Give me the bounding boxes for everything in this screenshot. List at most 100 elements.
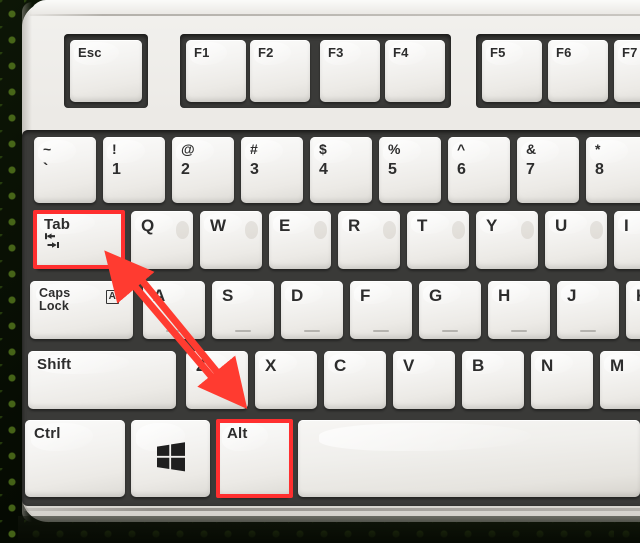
key-label: I <box>624 216 629 235</box>
key-shift-label: ~ <box>43 141 52 157</box>
key-base-label: 8 <box>595 161 605 178</box>
key-tab[interactable]: Tab <box>35 211 123 269</box>
key-label: F3 <box>328 45 344 60</box>
key-j[interactable]: J <box>557 281 619 339</box>
key-label: F7 <box>622 45 638 60</box>
keyboard-seam <box>26 14 640 16</box>
key-7[interactable]: & 7 <box>517 137 579 203</box>
key-label: N <box>541 356 554 375</box>
keyboard-photo: Esc F1 F2 F3 F4 F5 F6 F7 ~ `! 1 @2 #3 $4% 5 ^ 6 & 7 * 8 Tab… <box>0 0 640 543</box>
key-label: Ctrl <box>34 425 61 442</box>
windows-logo-icon <box>156 441 186 476</box>
key-k[interactable]: K <box>626 281 640 339</box>
key-m[interactable]: M <box>600 351 640 409</box>
key-g[interactable]: G <box>419 281 481 339</box>
key-label: A <box>153 286 166 305</box>
key-alt[interactable]: Alt <box>218 420 291 497</box>
key-label: F <box>360 286 371 305</box>
key-label: T <box>417 216 428 235</box>
key-f[interactable]: F <box>350 281 412 339</box>
spacebar[interactable] <box>298 420 640 497</box>
key-shift-label: & <box>526 141 537 157</box>
key-esc[interactable]: Esc <box>70 40 142 102</box>
key-d[interactable]: D <box>281 281 343 339</box>
key-label: Z <box>196 356 207 375</box>
key-label: R <box>348 216 361 235</box>
key-x[interactable]: X <box>255 351 317 409</box>
key-label: X <box>265 356 277 375</box>
key-label: F2 <box>258 45 274 60</box>
keyboard-wrist-seam <box>24 508 640 511</box>
key-f2[interactable]: F2 <box>250 40 310 102</box>
key-label: D <box>291 286 304 305</box>
key-h[interactable]: H <box>488 281 550 339</box>
key-z[interactable]: Z <box>186 351 248 409</box>
key-label: Y <box>486 216 498 235</box>
key-r[interactable]: R <box>338 211 400 269</box>
key-q[interactable]: Q <box>131 211 193 269</box>
key-base-label: 1 <box>112 161 122 178</box>
key-windows-logo[interactable] <box>131 420 210 497</box>
key-label: C <box>334 356 347 375</box>
key-t[interactable]: T <box>407 211 469 269</box>
key-shift-label: ! <box>112 141 117 157</box>
key-base-label: 2 <box>181 161 191 178</box>
key-b[interactable]: B <box>462 351 524 409</box>
key-ctrl[interactable]: Ctrl <box>25 420 125 497</box>
key-i[interactable]: I <box>614 211 640 269</box>
key-f6[interactable]: F6 <box>548 40 608 102</box>
key-base-label: 5 <box>388 161 398 178</box>
key-u[interactable]: U <box>545 211 607 269</box>
key-8[interactable]: * 8 <box>586 137 640 203</box>
key-label: F5 <box>490 45 506 60</box>
key-label: Caps Lock <box>39 286 71 314</box>
key-1[interactable]: ! 1 <box>103 137 165 203</box>
key-shift[interactable]: Shift <box>28 351 176 409</box>
key-`[interactable]: ~ ` <box>34 137 96 203</box>
key-v[interactable]: V <box>393 351 455 409</box>
key-s[interactable]: S <box>212 281 274 339</box>
key-shift-label: % <box>388 141 401 157</box>
key-5[interactable]: % 5 <box>379 137 441 203</box>
key-label: F6 <box>556 45 572 60</box>
key-3[interactable]: #3 <box>241 137 303 203</box>
key-label: E <box>279 216 291 235</box>
key-base-label: 6 <box>457 161 467 178</box>
key-label: M <box>610 356 625 375</box>
key-f3[interactable]: F3 <box>320 40 380 102</box>
key-label: Shift <box>37 356 72 373</box>
key-f5[interactable]: F5 <box>482 40 542 102</box>
key-label: Tab <box>44 216 71 233</box>
key-e[interactable]: E <box>269 211 331 269</box>
key-f1[interactable]: F1 <box>186 40 246 102</box>
caps-a-icon: A <box>105 290 119 304</box>
key-shift-label: # <box>250 141 258 157</box>
key-highlight-glint <box>318 423 531 451</box>
key-base-label: 4 <box>319 161 329 178</box>
key-label: Esc <box>78 45 102 60</box>
key-2[interactable]: @2 <box>172 137 234 203</box>
key-label: Alt <box>227 425 248 442</box>
key-f7[interactable]: F7 <box>614 40 640 102</box>
key-shift-label: @ <box>181 141 195 157</box>
key-label: K <box>636 287 640 305</box>
key-label: U <box>555 216 568 235</box>
key-a[interactable]: A <box>143 281 205 339</box>
key-y[interactable]: Y <box>476 211 538 269</box>
key-caps-lock[interactable]: Caps Lock A <box>30 281 133 339</box>
key-label: Q <box>141 216 155 235</box>
key-6[interactable]: ^ 6 <box>448 137 510 203</box>
keyboard-bottom-shadow <box>18 516 640 543</box>
key-base-label: 3 <box>250 161 260 178</box>
key-w[interactable]: W <box>200 211 262 269</box>
key-shift-label: * <box>595 141 601 157</box>
key-label: F4 <box>393 45 409 60</box>
key-label: J <box>567 286 577 305</box>
key-c[interactable]: C <box>324 351 386 409</box>
key-label: S <box>222 286 234 305</box>
key-base-label: ` <box>43 161 49 178</box>
key-label: G <box>429 286 443 305</box>
key-f4[interactable]: F4 <box>385 40 445 102</box>
key-n[interactable]: N <box>531 351 593 409</box>
key-4[interactable]: $4 <box>310 137 372 203</box>
